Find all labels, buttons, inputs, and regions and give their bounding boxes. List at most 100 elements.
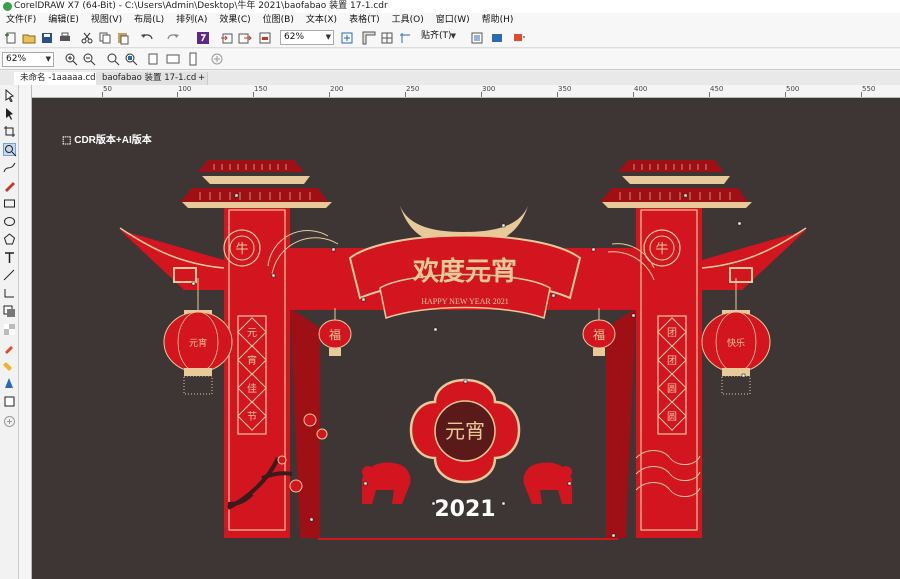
menu-text[interactable]: 文本(X) — [300, 13, 343, 28]
new-document-icon[interactable] — [4, 31, 18, 45]
window-title-bar: CorelDRAW X7 (64-Bit) - C:\Users\Admin\D… — [0, 0, 900, 13]
menu-view[interactable]: 视图(V) — [85, 13, 128, 28]
zoom-out-icon[interactable] — [82, 52, 96, 66]
menu-file[interactable]: 文件(F) — [0, 13, 42, 28]
open-folder-icon[interactable] — [22, 31, 36, 45]
import-icon[interactable] — [220, 31, 234, 45]
zoom-level-combo[interactable]: 62% ▼ — [280, 30, 334, 45]
toolbox — [0, 85, 19, 579]
ruler-tick — [481, 92, 482, 97]
version-note: ⬚ CDR版本+AI版本 — [62, 131, 152, 146]
chevron-down-icon: ▼ — [325, 33, 331, 41]
menu-edit[interactable]: 编辑(E) — [42, 13, 85, 28]
connector-tool-icon[interactable] — [3, 287, 16, 300]
left-lantern-text: 元宵 — [189, 337, 207, 349]
ruler-tick — [253, 92, 254, 97]
zoom-levels-combo[interactable]: 62% ▼ — [2, 52, 54, 67]
crop-tool-icon[interactable] — [3, 125, 16, 138]
standard-toolbar: 62% ▼ 贴齐(T) ▼ — [0, 28, 900, 48]
tab-document-2-label: baofabao 装置 17-1.cdr — [102, 73, 200, 83]
copy-icon[interactable] — [98, 31, 112, 45]
left-pillar-character: 牛 — [235, 242, 248, 257]
zoom-to-all-objects-icon[interactable] — [124, 52, 138, 66]
ruler-tick — [557, 92, 558, 97]
add-toolbar-icon[interactable] — [210, 52, 224, 66]
new-tab-button[interactable]: + — [196, 72, 208, 85]
menu-tools[interactable]: 工具(O) — [386, 13, 430, 28]
ruler-tick — [709, 92, 710, 97]
artistic-media-icon[interactable] — [3, 179, 16, 192]
drop-shadow-icon[interactable] — [3, 305, 16, 318]
show-rulers-icon[interactable] — [362, 31, 376, 45]
zoom-to-selected-icon[interactable] — [106, 52, 120, 66]
welcome-screen-icon[interactable] — [512, 31, 526, 45]
drawing-canvas[interactable]: 牛 牛 欢度元宵 HAPPY NEW YEAR 2021 元 宵 佳 节 团 团… — [32, 98, 900, 579]
zoom-in-icon[interactable] — [64, 52, 78, 66]
zoom-to-page-icon[interactable] — [146, 52, 160, 66]
smart-fill-icon[interactable] — [3, 377, 16, 390]
happy-new-year-banner: HAPPY NEW YEAR 2021 — [421, 297, 508, 306]
cursor-icon: ⬚ — [62, 135, 75, 146]
tab-document-2[interactable]: baofabao 装置 17-1.cdr — [96, 72, 207, 85]
save-icon[interactable] — [40, 31, 54, 45]
ruler-tick — [633, 92, 634, 97]
show-guidelines-icon[interactable] — [398, 31, 412, 45]
zoom-to-page-height-icon[interactable] — [186, 52, 200, 66]
add-tool-icon[interactable] — [3, 415, 16, 428]
zoom-to-page-width-icon[interactable] — [166, 52, 180, 66]
options-icon[interactable] — [470, 31, 484, 45]
outline-pen-icon[interactable] — [3, 395, 16, 408]
snap-to-dropdown[interactable]: 贴齐(T) ▼ — [418, 30, 458, 45]
coreldraw-app-icon — [3, 2, 12, 11]
ruler-tick — [329, 92, 330, 97]
zoom-tool-icon[interactable] — [3, 143, 17, 157]
tab-document-1[interactable]: 未命名 -1aaaaa.cdr — [14, 72, 106, 85]
right-pillar-character: 牛 — [655, 242, 668, 257]
interactive-fill-icon[interactable] — [3, 359, 16, 372]
left-fu-character: 福 — [329, 327, 341, 342]
export-icon[interactable] — [238, 31, 252, 45]
tab-document-1-label: 未命名 -1aaaaa.cdr — [20, 73, 99, 83]
left-couplet-char: 节 — [247, 411, 257, 423]
show-grid-icon[interactable] — [380, 31, 394, 45]
menu-effects[interactable]: 效果(C) — [213, 13, 256, 28]
chevron-down-icon: ▼ — [450, 32, 456, 40]
parallel-dimension-icon[interactable] — [3, 269, 16, 282]
application-launcher-icon[interactable] — [490, 31, 504, 45]
shape-tool-icon[interactable] — [3, 107, 16, 120]
document-tabs: 未命名 -1aaaaa.cdr baofabao 装置 17-1.cdr + — [0, 71, 900, 85]
vertical-ruler — [19, 85, 32, 579]
full-screen-icon[interactable] — [340, 31, 354, 45]
menu-arrange[interactable]: 排列(A) — [170, 13, 213, 28]
cut-icon[interactable] — [80, 31, 94, 45]
ellipse-tool-icon[interactable] — [3, 215, 16, 228]
ruler-tick — [177, 92, 178, 97]
menu-layout[interactable]: 布局(L) — [128, 13, 170, 28]
menu-bar: 文件(F) 编辑(E) 视图(V) 布局(L) 排列(A) 效果(C) 位图(B) 文本(X)… — [0, 13, 900, 28]
print-icon[interactable] — [58, 31, 72, 45]
undo-icon[interactable] — [140, 31, 154, 45]
pick-tool-icon[interactable] — [3, 89, 16, 102]
snap-to-label: 贴齐(T) — [421, 31, 452, 41]
freehand-tool-icon[interactable] — [3, 161, 16, 174]
zoom-levels-value: 62% — [6, 54, 27, 64]
menu-help[interactable]: 帮助(H) — [476, 13, 520, 28]
paste-icon[interactable] — [116, 31, 130, 45]
search-content-icon[interactable] — [196, 31, 210, 45]
menu-window[interactable]: 窗口(W) — [430, 13, 476, 28]
redo-icon[interactable] — [166, 31, 180, 45]
polygon-tool-icon[interactable] — [3, 233, 16, 246]
text-tool-icon[interactable] — [3, 251, 16, 264]
menu-table[interactable]: 表格(T) — [343, 13, 386, 28]
publish-pdf-icon[interactable] — [258, 31, 272, 45]
version-note-text: CDR版本+AI版本 — [74, 135, 152, 146]
center-medallion-text: 元宵 — [445, 419, 485, 443]
right-lantern-text: 快乐 — [727, 337, 745, 349]
lantern-festival-archway-artwork[interactable]: 牛 牛 欢度元宵 HAPPY NEW YEAR 2021 元 宵 佳 节 团 团… — [32, 98, 900, 579]
rectangle-tool-icon[interactable] — [3, 197, 16, 210]
right-big-lantern — [701, 278, 771, 395]
transparency-tool-icon[interactable] — [3, 323, 16, 336]
menu-bitmaps[interactable]: 位图(B) — [257, 13, 300, 28]
zoom-level-value: 62% — [284, 32, 305, 42]
color-eyedropper-icon[interactable] — [3, 341, 16, 354]
